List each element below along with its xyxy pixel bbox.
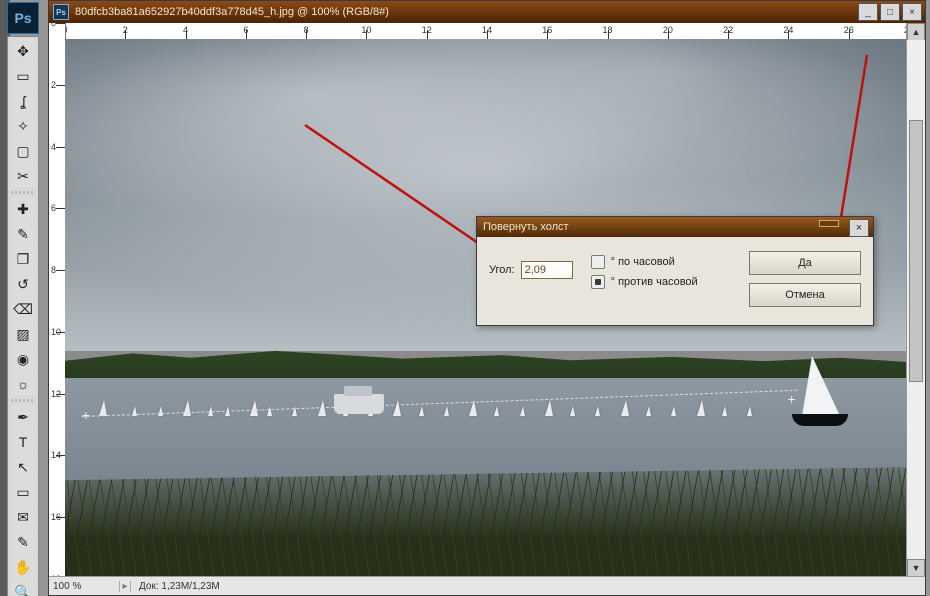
photo-motorboat	[334, 394, 384, 414]
slice-tool[interactable]: ✂	[11, 164, 35, 188]
dodge-tool[interactable]: ☼	[11, 372, 35, 396]
hand-tool[interactable]: ✋	[11, 555, 35, 579]
lasso-tool[interactable]: ʆ	[11, 89, 35, 113]
ruler-vertical[interactable]: 024681012141618	[49, 23, 66, 577]
notes-tool[interactable]: ✉	[11, 505, 35, 529]
shape-tool[interactable]: ▭	[11, 480, 35, 504]
dialog-close-button[interactable]: ×	[849, 219, 869, 237]
crop-tool[interactable]: ▢	[11, 139, 35, 163]
measure-point-end[interactable]: +	[788, 394, 798, 404]
status-bar: 100 % ▸ Док: 1,23M/1,23M	[49, 576, 925, 595]
tool-separator	[11, 191, 35, 194]
window-minimize-button[interactable]: _	[858, 3, 878, 21]
radio-clockwise-indicator	[591, 255, 605, 269]
zoom-tool[interactable]: 🔍	[11, 580, 35, 596]
tool-separator	[11, 399, 35, 402]
history-brush-tool[interactable]: ↺	[11, 272, 35, 296]
eraser-tool[interactable]: ⌫	[11, 297, 35, 321]
clone-stamp-tool[interactable]: ❐	[11, 247, 35, 271]
ok-button[interactable]: Да	[749, 251, 861, 275]
status-divider[interactable]: ▸	[120, 581, 131, 592]
dialog-title: Повернуть холст	[483, 221, 569, 233]
rotate-canvas-dialog: Повернуть холст × Угол: ° по часовой ° п…	[476, 216, 874, 326]
document-titlebar[interactable]: Ps 80dfcb3ba81a652927b40ddf3a778d45_h.jp…	[49, 1, 925, 23]
document-title: 80dfcb3ba81a652927b40ddf3a778d45_h.jpg @…	[75, 6, 389, 18]
radio-clockwise[interactable]: ° по часовой	[591, 255, 698, 269]
move-tool[interactable]: ✥	[11, 39, 35, 63]
window-close-button[interactable]: ×	[902, 3, 922, 21]
type-tool[interactable]: T	[11, 430, 35, 454]
marquee-tool[interactable]: ▭	[11, 64, 35, 88]
app-logo: Ps	[7, 2, 39, 34]
angle-label: Угол:	[489, 264, 515, 276]
dialog-minimize-button[interactable]	[819, 220, 839, 227]
scroll-track[interactable]	[907, 40, 925, 560]
measure-point-start[interactable]: +	[82, 410, 92, 420]
brush-tool[interactable]: ✎	[11, 222, 35, 246]
document-size: Док: 1,23M/1,23M	[131, 581, 228, 592]
angle-input[interactable]	[521, 261, 573, 279]
eyedropper-tool[interactable]: ✎	[11, 530, 35, 554]
tools-palette: ✥▭ʆ✧▢✂✚✎❐↺⌫▨◉☼✒T↖▭✉✎✋🔍	[7, 36, 39, 596]
path-select-tool[interactable]: ↖	[11, 455, 35, 479]
healing-brush-tool[interactable]: ✚	[11, 197, 35, 221]
cancel-button[interactable]: Отмена	[749, 283, 861, 307]
radio-counterclockwise-label: ° против часовой	[611, 276, 698, 288]
scroll-up-button[interactable]: ▲	[907, 23, 925, 41]
radio-clockwise-label: ° по часовой	[611, 256, 675, 268]
blur-tool[interactable]: ◉	[11, 347, 35, 371]
radio-counterclockwise[interactable]: ° против часовой	[591, 275, 698, 289]
vertical-scrollbar[interactable]: ▲ ▼	[906, 23, 925, 577]
gradient-tool[interactable]: ▨	[11, 322, 35, 346]
magic-wand-tool[interactable]: ✧	[11, 114, 35, 138]
scroll-thumb[interactable]	[909, 120, 923, 382]
zoom-level[interactable]: 100 %	[49, 581, 120, 592]
pen-tool[interactable]: ✒	[11, 405, 35, 429]
dialog-titlebar[interactable]: Повернуть холст ×	[477, 217, 873, 237]
photo-sailboats	[65, 373, 907, 427]
scroll-down-button[interactable]: ▼	[907, 559, 925, 577]
ruler-horizontal[interactable]: 0246810121416182022242628	[65, 23, 907, 40]
radio-counterclockwise-indicator	[591, 275, 605, 289]
window-maximize-button[interactable]: □	[880, 3, 900, 21]
